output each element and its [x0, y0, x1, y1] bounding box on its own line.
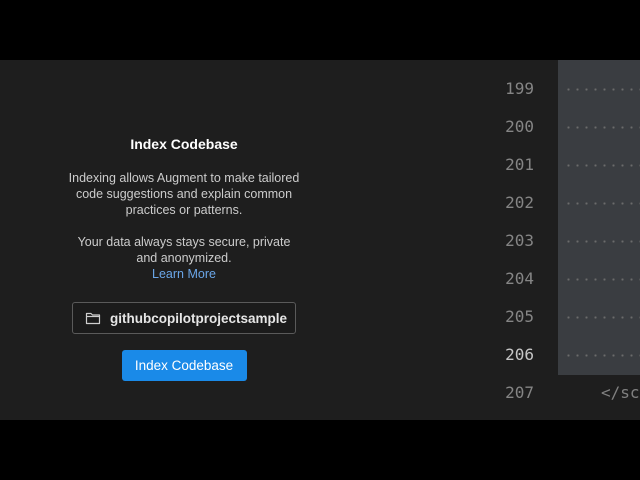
- whitespace-dots: [564, 316, 640, 319]
- augment-index-panel: Index Codebase Indexing allows Augment t…: [0, 60, 462, 420]
- folder-icon: [85, 311, 101, 325]
- line-number: 202: [505, 193, 534, 212]
- learn-more-link[interactable]: Learn More: [66, 266, 302, 282]
- whitespace-dots: [564, 202, 640, 205]
- active-line-number: 206: [505, 345, 534, 364]
- folder-name: githubcopilotprojectsample: [110, 310, 288, 326]
- line-number: 201: [505, 155, 534, 174]
- line-number-gutter: 199 200 201 202 203 204 205 206 207: [462, 60, 558, 420]
- panel-title: Index Codebase: [130, 136, 238, 152]
- whitespace-dots: [564, 164, 640, 167]
- line-number: 205: [505, 307, 534, 326]
- line-number: 204: [505, 269, 534, 288]
- line-number: 207: [505, 383, 534, 402]
- letterbox-bottom: [0, 420, 640, 480]
- line-number: 200: [505, 117, 534, 136]
- indexing-description: Indexing allows Augment to make tailored…: [68, 171, 300, 217]
- vscode-window: Index Codebase Indexing allows Augment t…: [0, 60, 640, 420]
- code-area[interactable]: </sc: [558, 60, 640, 420]
- index-panel-content: Index Codebase Indexing allows Augment t…: [66, 136, 302, 381]
- whitespace-dots: [564, 126, 640, 129]
- text-selection: [558, 60, 640, 375]
- code-line: </sc: [601, 383, 640, 402]
- letterbox-top: [0, 0, 640, 60]
- index-codebase-button[interactable]: Index Codebase: [121, 350, 247, 381]
- whitespace-dots: [564, 278, 640, 281]
- whitespace-dots: [564, 88, 640, 91]
- privacy-note: Your data always stays secure, private a…: [77, 235, 291, 265]
- code-editor[interactable]: 199 200 201 202 203 204 205 206 207 </sc: [462, 60, 640, 420]
- whitespace-dots: [564, 354, 640, 357]
- whitespace-dots: [564, 240, 640, 243]
- line-number: 203: [505, 231, 534, 250]
- line-number: 199: [505, 79, 534, 98]
- workspace-folder-field[interactable]: githubcopilotprojectsample: [72, 302, 296, 334]
